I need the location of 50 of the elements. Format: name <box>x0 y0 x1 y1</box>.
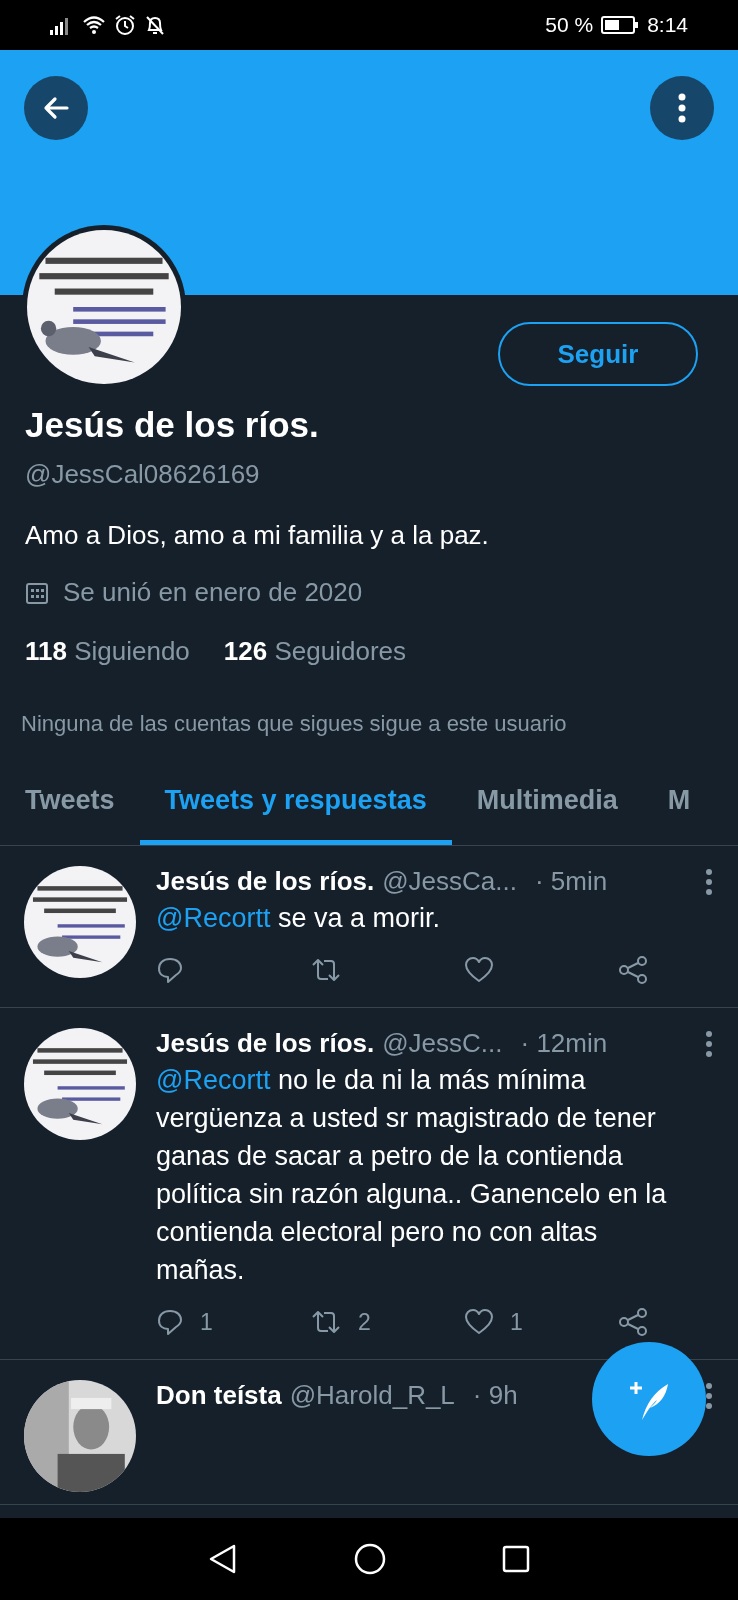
recents-icon[interactable] <box>502 1545 530 1573</box>
reply-count: 1 <box>200 1308 213 1336</box>
profile-tab[interactable]: Multimedia <box>451 767 643 845</box>
heart-icon[interactable] <box>464 956 494 984</box>
battery-icon <box>601 15 640 35</box>
author-name: Jesús de los ríos. <box>156 866 375 897</box>
back-icon[interactable] <box>208 1543 238 1575</box>
join-date: Se unió en enero de 2020 <box>63 577 363 608</box>
more-vertical-icon <box>678 93 686 123</box>
author-handle: @JessC... <box>382 1028 503 1059</box>
retweet-icon[interactable] <box>310 1308 342 1336</box>
wifi-icon <box>82 15 106 35</box>
heart-icon[interactable] <box>464 1308 494 1336</box>
profile-name: Jesús de los ríos. <box>25 405 320 445</box>
more-vertical-icon[interactable] <box>705 868 713 895</box>
profile-tab[interactable]: M <box>642 767 716 845</box>
mention-link[interactable]: @Recortt <box>156 903 271 933</box>
profile-bio: Amo a Dios, amo a mi familia y a la paz. <box>25 520 490 551</box>
tweet-time: · 5min <box>535 866 608 897</box>
followers-note: Ninguna de las cuentas que sigues sigue a este usuario <box>21 711 568 737</box>
follow-button[interactable]: Seguir <box>498 322 698 386</box>
follow-stat-link[interactable]: 126 Seguidores <box>223 636 406 667</box>
profile-handle: @JessCal08626169 <box>25 459 261 490</box>
tweet-text: @Recortt no le da ni la más mínima vergüenza a usted sr magistrado de tener ganas de sacar a petro de la contienda política sin razón alguna.. Ganencelo en la contienda electoral pero no con altas mañas. <box>156 1064 668 1287</box>
tweet-time: · 12min <box>520 1028 608 1059</box>
calendar-icon <box>25 580 49 605</box>
author-handle: @JessCa... <box>382 866 517 897</box>
tweet-time: · 9h <box>472 1380 518 1411</box>
profile-tab[interactable]: Tweets y respuestas <box>139 767 452 845</box>
retweet-icon[interactable] <box>310 956 342 984</box>
follow-stat-link[interactable]: 118 Siguiendo <box>25 636 190 667</box>
alarm-icon <box>114 14 136 36</box>
retweet-count: 2 <box>358 1308 371 1336</box>
author-name: Jesús de los ríos. <box>156 1028 375 1059</box>
reply-icon[interactable] <box>156 1308 184 1336</box>
author-name: Don teísta <box>156 1380 282 1411</box>
share-icon[interactable] <box>618 955 648 985</box>
share-icon[interactable] <box>618 1307 648 1337</box>
profile-tab[interactable]: Tweets <box>0 767 140 845</box>
more-vertical-icon[interactable] <box>705 1030 713 1057</box>
bell-off-icon <box>144 14 166 36</box>
battery-percent: 50 % <box>545 13 594 37</box>
tweet-text: @Recortt se va a morir. <box>156 902 441 935</box>
reply-icon[interactable] <box>156 956 184 984</box>
clock-time: 8:14 <box>647 13 688 37</box>
home-icon[interactable] <box>354 1543 386 1575</box>
author-handle: @Harold_R_L <box>289 1380 455 1411</box>
mention-link[interactable]: @Recortt <box>156 1065 271 1095</box>
more-vertical-icon[interactable] <box>705 1382 713 1409</box>
like-count: 1 <box>510 1308 523 1336</box>
